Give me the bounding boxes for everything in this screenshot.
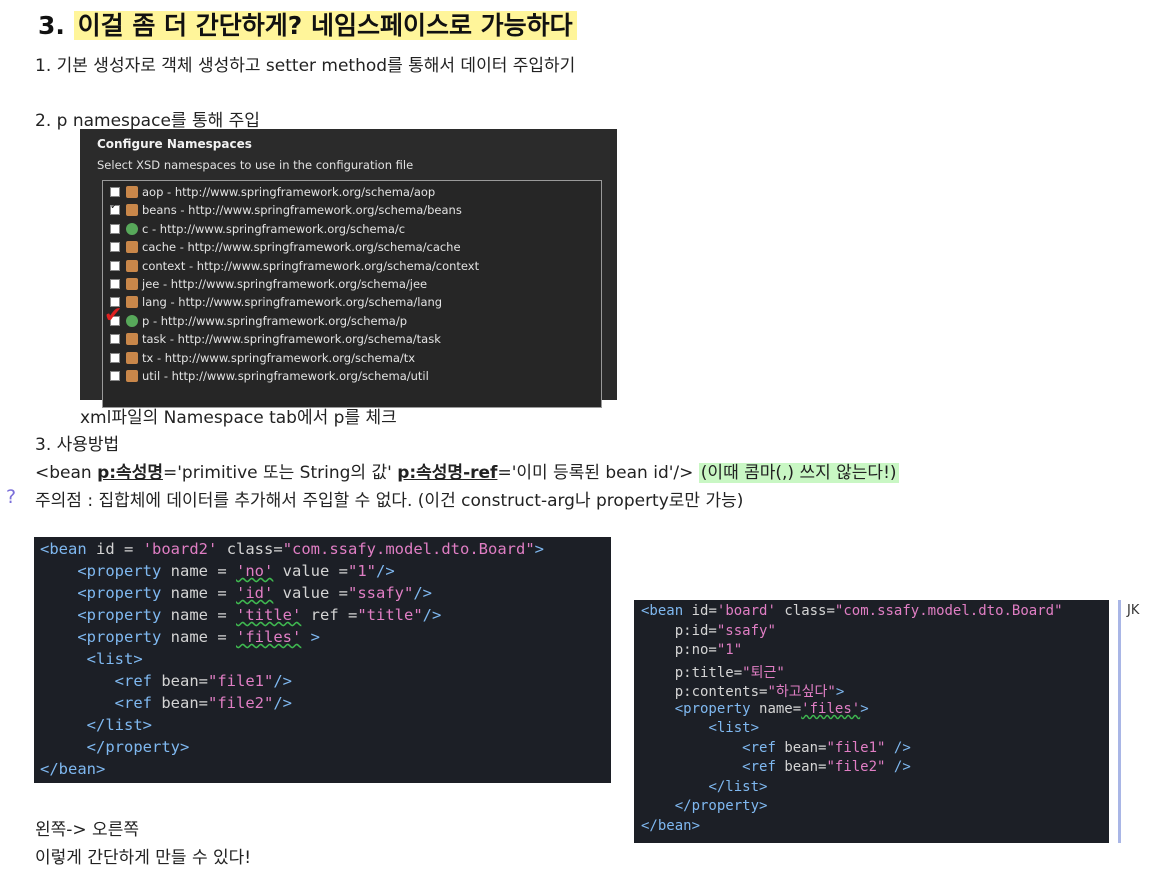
namespace-item[interactable]: cache - http://www.springframework.org/s… bbox=[110, 238, 461, 256]
namespace-checkbox[interactable] bbox=[110, 201, 120, 216]
code-line: </bean> bbox=[40, 760, 106, 778]
code-line: <bean id='board' class="com.ssafy.model.… bbox=[641, 603, 1063, 619]
question-mark-icon: ? bbox=[6, 486, 17, 508]
dialog-title: Configure Namespaces bbox=[97, 137, 252, 151]
heading-title: 이걸 좀 더 간단하게? 네임스페이스로 가능하다 bbox=[73, 11, 577, 40]
namespace-icon bbox=[126, 314, 138, 327]
namespace-item[interactable]: lang - http://www.springframework.org/sc… bbox=[110, 293, 442, 311]
comment-author[interactable]: JK bbox=[1127, 603, 1139, 618]
code-line: <ref bean="file1"/> bbox=[114, 672, 292, 690]
namespace-checkbox[interactable] bbox=[110, 187, 120, 197]
namespace-icon bbox=[126, 296, 138, 309]
code-line: </bean> bbox=[641, 818, 701, 834]
namespace-item[interactable]: util - http://www.springframework.org/sc… bbox=[110, 367, 429, 385]
code-block-property-style: <bean id = 'board2' class="com.ssafy.mod… bbox=[34, 537, 611, 783]
usage-part-a: <bean bbox=[35, 463, 98, 483]
code-line: <property name = 'id' value ="ssafy"/> bbox=[77, 584, 432, 602]
namespace-icon bbox=[126, 259, 138, 272]
usage-note: (이때 콤마(,) 쓰지 않는다!) bbox=[698, 463, 899, 483]
namespace-checkbox[interactable] bbox=[110, 371, 120, 381]
namespace-item[interactable]: beans - http://www.springframework.org/s… bbox=[110, 201, 462, 219]
namespace-item[interactable]: jee - http://www.springframework.org/sch… bbox=[110, 275, 427, 293]
namespace-label: task - http://www.springframework.org/sc… bbox=[142, 332, 441, 347]
namespace-icon bbox=[126, 370, 138, 382]
dialog-subtitle: Select XSD namespaces to use in the conf… bbox=[97, 158, 414, 172]
namespace-item[interactable]: context - http://www.springframework.org… bbox=[110, 257, 479, 275]
code-line: </property> bbox=[86, 738, 190, 756]
bottom-text-2: 이렇게 간단하게 만들 수 있다! bbox=[35, 848, 252, 868]
code-line: p:no="1" bbox=[674, 642, 743, 658]
step-3-text: 3. 사용방법 bbox=[35, 435, 120, 455]
namespace-item[interactable]: task - http://www.springframework.org/sc… bbox=[110, 330, 441, 348]
usage-part-e: ='이미 등록된 bean id'/> bbox=[497, 463, 699, 483]
dialog-caption: xml파일의 Namespace tab에서 p를 체크 bbox=[80, 408, 397, 428]
code-line: </list> bbox=[708, 779, 768, 795]
comment-margin-bar bbox=[1118, 600, 1121, 843]
code-line: </list> bbox=[86, 716, 152, 734]
step-2-text: 2. p namespace를 통해 주입 bbox=[35, 111, 260, 131]
namespace-label: c - http://www.springframework.org/schem… bbox=[142, 221, 406, 236]
namespace-label: context - http://www.springframework.org… bbox=[142, 258, 480, 273]
usage-part-c: ='primitive 또는 String의 값' bbox=[162, 463, 398, 483]
namespace-label: lang - http://www.springframework.org/sc… bbox=[142, 295, 443, 310]
code-line: p:id="ssafy" bbox=[674, 623, 776, 639]
code-line: <list> bbox=[86, 650, 143, 668]
code-line: p:contents="하고싶다"> bbox=[674, 684, 845, 700]
bottom-text-1: 왼쪽-> 오른쪽 bbox=[35, 820, 139, 840]
namespace-checkbox[interactable] bbox=[110, 242, 120, 253]
code-block-p-namespace: <bean id='board' class="com.ssafy.model.… bbox=[634, 600, 1109, 843]
namespace-checkbox[interactable] bbox=[110, 279, 120, 289]
namespace-list: aop - http://www.springframework.org/sch… bbox=[102, 180, 602, 408]
namespace-icon bbox=[126, 241, 138, 254]
code-line: <ref bean="file2"/> bbox=[114, 694, 292, 712]
namespace-label: jee - http://www.springframework.org/sch… bbox=[142, 277, 428, 291]
namespace-label: aop - http://www.springframework.org/sch… bbox=[142, 185, 436, 199]
namespace-icon bbox=[126, 222, 138, 235]
usage-line: <bean p:속성명='primitive 또는 String의 값' p:속… bbox=[35, 458, 899, 483]
step-1-text: 1. 기본 생성자로 객체 생성하고 setter method를 통해서 데이… bbox=[35, 56, 576, 76]
code-line: </property> bbox=[674, 798, 768, 814]
code-line: <property name='files'> bbox=[674, 701, 869, 717]
section-heading: 3. 이걸 좀 더 간단하게? 네임스페이스로 가능하다 bbox=[38, 6, 577, 42]
namespace-checkbox[interactable] bbox=[110, 223, 120, 234]
namespace-label: tx - http://www.springframework.org/sche… bbox=[142, 350, 416, 365]
namespace-item[interactable]: aop - http://www.springframework.org/sch… bbox=[110, 183, 435, 201]
namespace-icon bbox=[126, 351, 138, 364]
namespace-icon bbox=[126, 204, 138, 217]
namespace-checkbox[interactable] bbox=[110, 352, 120, 363]
namespace-checkbox[interactable] bbox=[110, 334, 120, 345]
namespace-checkbox[interactable] bbox=[110, 260, 120, 271]
code-line: <list> bbox=[708, 720, 760, 736]
code-line: <ref bean="file2" /> bbox=[742, 759, 911, 775]
code-line: <ref bean="file1" /> bbox=[742, 740, 911, 756]
namespace-icon bbox=[126, 278, 138, 290]
namespace-icon bbox=[126, 186, 138, 198]
namespace-item[interactable]: c - http://www.springframework.org/schem… bbox=[110, 220, 405, 238]
red-check-mark-icon: ✔ bbox=[104, 303, 123, 328]
namespace-label: cache - http://www.springframework.org/s… bbox=[142, 240, 461, 255]
caution-text: 주의점 : 집합체에 데이터를 추가해서 주입할 수 없다. (이건 const… bbox=[35, 491, 744, 511]
namespace-item[interactable]: tx - http://www.springframework.org/sche… bbox=[110, 349, 415, 367]
code-line: <property name = 'files' > bbox=[77, 628, 321, 646]
code-line: p:title="퇴근" bbox=[674, 665, 785, 681]
heading-number: 3. bbox=[38, 11, 65, 40]
namespace-label: util - http://www.springframework.org/sc… bbox=[142, 369, 429, 383]
code-line: <property name = 'title' ref ="title"/> bbox=[77, 606, 442, 624]
namespace-label: p - http://www.springframework.org/schem… bbox=[142, 313, 408, 328]
code-line: <property name = 'no' value ="1"/> bbox=[77, 562, 395, 580]
namespace-label: beans - http://www.springframework.org/s… bbox=[142, 203, 462, 218]
usage-attr-name: p:속성명 bbox=[97, 463, 163, 483]
configure-namespaces-dialog: Configure Namespaces Select XSD namespac… bbox=[80, 129, 617, 408]
code-line: <bean id = 'board2' class="com.ssafy.mod… bbox=[40, 540, 544, 558]
namespace-icon bbox=[126, 333, 138, 346]
usage-ref-attr-name: p:속성명-ref bbox=[397, 463, 498, 483]
namespace-item[interactable]: p - http://www.springframework.org/schem… bbox=[110, 312, 407, 330]
